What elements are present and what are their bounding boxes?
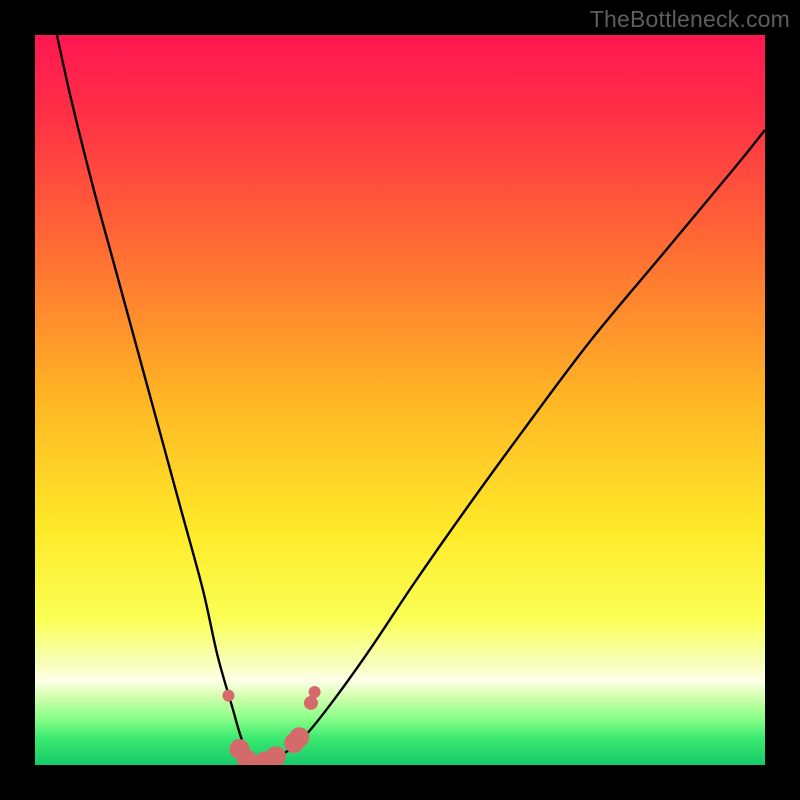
marker-point [289, 727, 309, 747]
outer-frame: TheBottleneck.com [0, 0, 800, 800]
gradient-background [35, 35, 765, 765]
marker-point [309, 686, 321, 698]
watermark-text: TheBottleneck.com [590, 6, 790, 33]
chart-svg [35, 35, 765, 765]
marker-point [222, 690, 234, 702]
chart-plot-area [35, 35, 765, 765]
marker-point [304, 696, 318, 710]
